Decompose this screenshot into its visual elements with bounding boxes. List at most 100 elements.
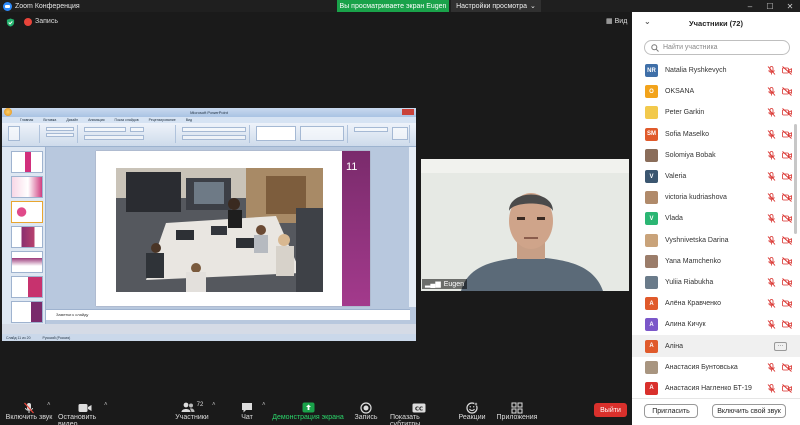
video-off-icon xyxy=(782,362,792,372)
reactions-icon xyxy=(466,401,478,414)
maximize-icon[interactable]: ☐ xyxy=(760,0,780,12)
record-button[interactable]: Запись xyxy=(352,401,380,421)
toolbar-label: Показать субтитры xyxy=(390,414,421,425)
video-off-icon xyxy=(782,278,792,287)
captions-button[interactable]: CC Показать субтитры xyxy=(390,401,448,425)
participant-row[interactable]: victoria kudriashova xyxy=(632,187,800,208)
unmute-button[interactable]: Включить звук ˄ xyxy=(4,401,54,421)
participant-name: Алёна Кравченко xyxy=(665,300,722,308)
slide-accent-bar xyxy=(342,151,370,306)
mic-muted-icon xyxy=(23,401,35,414)
leave-label: Выйти xyxy=(600,406,621,414)
ribbon-tab: Показ слайдов xyxy=(114,118,139,122)
ribbon-tab: Анимация xyxy=(88,118,105,122)
participant-row[interactable]: O OKSANA xyxy=(632,81,800,102)
participant-name: Vyshnivetska Darina xyxy=(665,236,729,244)
paste-icon xyxy=(8,126,20,141)
ribbon-tab: Рецензирование xyxy=(148,118,176,122)
participants-footer: Пригласить Включить свой звук xyxy=(632,398,800,425)
participant-name: Natalia Ryshkevych xyxy=(665,67,727,75)
avatar xyxy=(645,254,658,268)
mic-muted-icon xyxy=(767,214,776,224)
mic-muted-icon xyxy=(767,320,776,330)
avatar xyxy=(645,360,658,374)
avatar xyxy=(645,275,658,289)
search-input[interactable]: Найти участника xyxy=(644,40,790,55)
participant-row[interactable]: Vyshnivetska Darina xyxy=(632,230,800,251)
slide-thumbnail xyxy=(11,276,43,298)
participant-row[interactable]: V Vlada xyxy=(632,208,800,229)
slide-number: 11 xyxy=(346,161,358,173)
mic-muted-icon xyxy=(767,299,776,308)
avatar xyxy=(645,233,658,247)
reactions-button[interactable]: Реакции xyxy=(458,401,486,421)
chat-button[interactable]: Чат ˄ xyxy=(236,401,265,421)
view-settings-button[interactable]: Настройки просмотра ⌄ xyxy=(451,0,541,12)
chevron-down-icon: ⌄ xyxy=(530,3,536,10)
toolbar-label: Демонстрация экрана xyxy=(272,414,344,421)
avatar xyxy=(645,106,658,120)
toolbar-label: Включить звук xyxy=(5,414,53,421)
slide-thumbnail xyxy=(11,151,43,173)
slide-thumbnail xyxy=(11,176,43,198)
chevron-up-icon[interactable]: ˄ xyxy=(47,402,51,408)
avatar: SM xyxy=(645,127,658,141)
invite-button[interactable]: Пригласить xyxy=(644,404,698,418)
stop-video-button[interactable]: Остановить видео ˄ xyxy=(58,401,112,425)
participants-list: NR Natalia Ryshkevych O OKSANA Peter Garkin S… xyxy=(632,60,800,399)
participant-row[interactable]: А Алина Кичук xyxy=(632,314,800,335)
close-icon[interactable]: ✕ xyxy=(780,0,800,12)
view-button[interactable]: ▦ Вид xyxy=(606,17,627,26)
leave-button[interactable]: Выйти xyxy=(594,403,627,417)
participant-row[interactable]: NR Natalia Ryshkevych xyxy=(632,60,800,81)
avatar: А xyxy=(645,297,658,311)
chevron-up-icon[interactable]: ˄ xyxy=(212,402,216,408)
font-size-select xyxy=(130,127,144,132)
mic-muted-icon xyxy=(767,108,776,118)
close-icon xyxy=(402,109,414,115)
recording-icon xyxy=(24,18,32,26)
video-tile[interactable]: ▂▄▆ Eugen xyxy=(421,159,629,291)
mic-muted-icon xyxy=(767,129,776,139)
unmute-me-label: Включить свой звук xyxy=(717,407,781,415)
participant-row[interactable]: А Алёна Кравченко xyxy=(632,293,800,314)
slide-thumbnails xyxy=(2,147,46,324)
panel-scrollbar[interactable] xyxy=(794,124,797,234)
paragraph-controls xyxy=(182,127,246,132)
grid-icon: ▦ xyxy=(606,18,613,25)
participant-row[interactable]: Solomiya Bobak xyxy=(632,145,800,166)
participant-row[interactable]: V Valeria xyxy=(632,166,800,187)
participants-title: Участники (72) xyxy=(689,18,743,28)
current-slide: 11 xyxy=(96,151,370,306)
slide-notes: Заметки к слайду xyxy=(46,309,410,320)
participant-name: Анастасия Наrленко БТ-19 xyxy=(665,384,752,392)
more-options-icon[interactable]: ··· xyxy=(774,341,787,351)
participants-button[interactable]: 72 Участники ˄ xyxy=(172,401,215,421)
participant-row[interactable]: Yana Mamchenko xyxy=(632,251,800,272)
shield-check-icon[interactable] xyxy=(6,18,15,27)
apps-button[interactable]: Приложения xyxy=(496,401,538,421)
minimize-icon[interactable]: – xyxy=(740,0,760,12)
chevron-up-icon[interactable]: ˄ xyxy=(262,402,266,408)
chevron-down-icon[interactable]: ⌄ xyxy=(644,17,651,26)
participant-row[interactable]: Yuliia Riabukha xyxy=(632,272,800,293)
participants-count: 72 xyxy=(196,402,204,408)
participant-row[interactable]: SM Sofia Maselko xyxy=(632,124,800,145)
participant-name: victoria kudriashova xyxy=(665,194,727,202)
apps-icon xyxy=(511,401,523,414)
avatar: V xyxy=(645,170,658,184)
shapes-gallery xyxy=(256,126,296,141)
video-off-icon xyxy=(782,235,792,245)
participant-row[interactable]: Анастасия Бунтовська xyxy=(632,357,800,378)
share-screen-button[interactable]: Демонстрация экрана xyxy=(272,401,344,421)
toolbar-label: Приложения xyxy=(496,414,538,421)
view-settings-label: Настройки просмотра xyxy=(456,2,527,10)
video-off-icon xyxy=(782,320,792,330)
participant-row[interactable]: А Анастасия Наrленко БТ-19 xyxy=(632,378,800,399)
participants-header: ⌄ Участники (72) xyxy=(632,12,800,34)
unmute-me-button[interactable]: Включить свой звук xyxy=(712,404,786,418)
toolbar-label: Участники xyxy=(175,414,209,421)
chevron-up-icon[interactable]: ˄ xyxy=(104,402,108,408)
participant-row[interactable]: Peter Garkin xyxy=(632,102,800,123)
participant-row[interactable]: А Аліна ··· xyxy=(632,335,800,357)
